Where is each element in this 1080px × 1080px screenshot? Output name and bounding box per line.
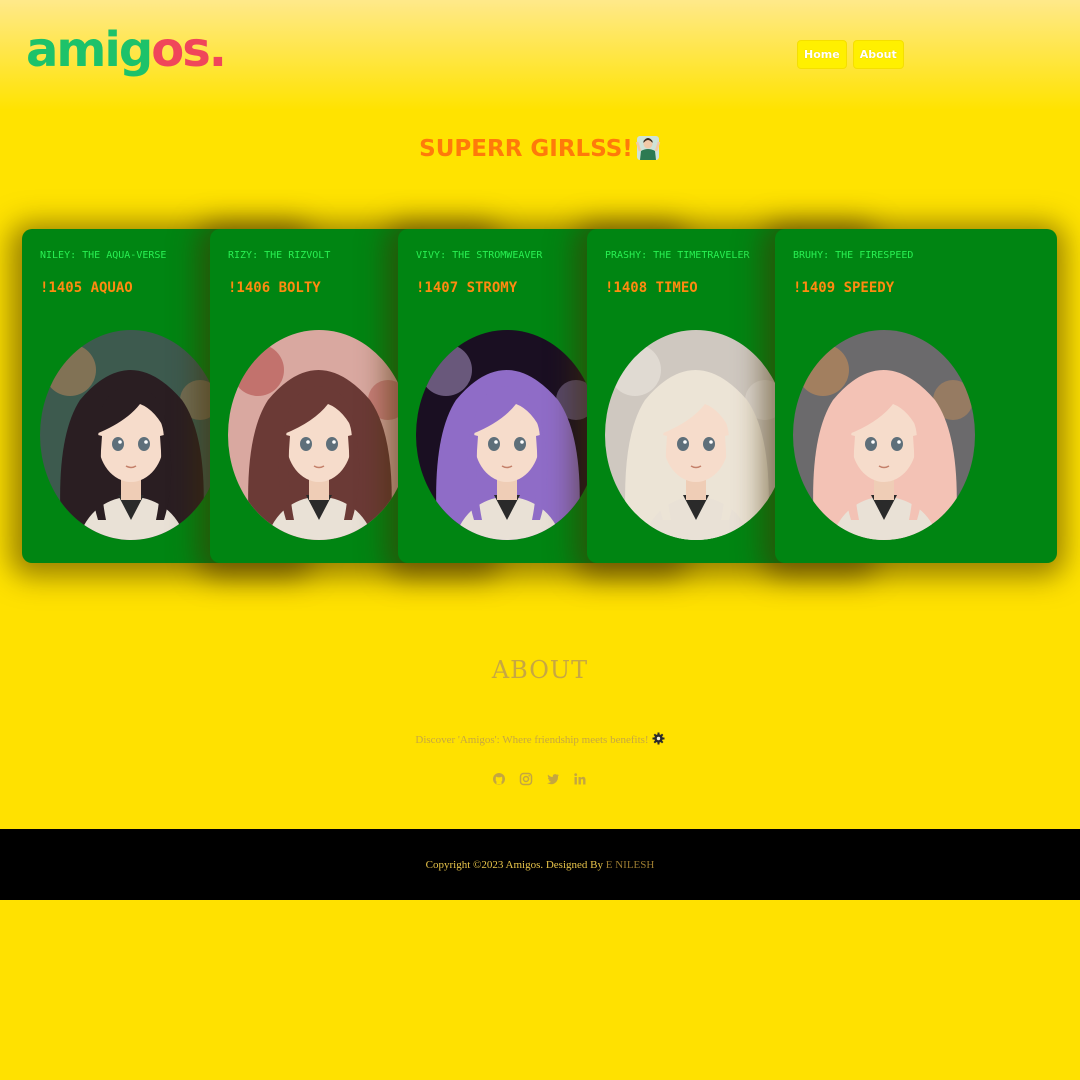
top-nav: Home About (797, 40, 904, 69)
card-title: !1408 TIMEO (605, 280, 698, 296)
right-eye (703, 437, 715, 451)
nav-about-button[interactable]: About (852, 40, 904, 69)
background-blossom (609, 344, 661, 396)
background-blossom (232, 344, 284, 396)
github-icon[interactable] (492, 772, 506, 786)
card-subtitle: VIVY: THE STROMWEAVER (416, 250, 543, 261)
card-title: !1407 STROMY (416, 280, 518, 296)
social-links (492, 772, 587, 786)
right-eye-shine (709, 440, 713, 444)
card-title: !1409 SPEEDY (793, 280, 895, 296)
about-heading: ABOUT (491, 656, 589, 684)
right-eye-shine (144, 440, 148, 444)
section-title: SUPERR GIRLSS! (0, 134, 1080, 162)
twitter-icon[interactable] (546, 772, 560, 786)
left-eye-shine (306, 440, 310, 444)
character-portrait (793, 330, 975, 540)
left-eye (112, 437, 124, 451)
right-eye (891, 437, 903, 451)
linkedin-icon[interactable] (573, 772, 587, 786)
card-subtitle: PRASHY: THE TIMETRAVELER (605, 250, 750, 261)
character-portrait (40, 330, 222, 540)
card-subtitle: NILEY: THE AQUA-VERSE (40, 250, 167, 261)
designer-link[interactable]: E NILESH (606, 859, 655, 871)
left-eye-shine (118, 440, 122, 444)
copyright-text: Copyright ©2023 Amigos. Designed By E NI… (425, 859, 655, 871)
right-eye-shine (332, 440, 336, 444)
left-eye-shine (871, 440, 875, 444)
person-gesturing-emoji-icon (635, 136, 660, 160)
right-eye-shine (897, 440, 901, 444)
card-title: !1406 BOLTY (228, 280, 321, 296)
about-description: Discover 'Amigos': Where friendship meet… (0, 732, 1080, 746)
nav-home-button[interactable]: Home (797, 40, 847, 69)
right-eye (138, 437, 150, 451)
card-subtitle: RIZY: THE RIZVOLT (228, 250, 331, 261)
character-card[interactable]: BRUHY: THE FIRESPEED !1409 SPEEDY (775, 229, 1057, 563)
left-eye-shine (683, 440, 687, 444)
background-blossom (44, 344, 96, 396)
card-subtitle: BRUHY: THE FIRESPEED (793, 250, 914, 261)
background-blossom (420, 344, 472, 396)
gear-emoji-icon (652, 732, 665, 745)
left-eye (300, 437, 312, 451)
card-title: !1405 AQUAO (40, 280, 133, 296)
character-portrait (605, 330, 787, 540)
character-portrait (228, 330, 410, 540)
left-eye (488, 437, 500, 451)
character-portrait (416, 330, 598, 540)
amigos-logo[interactable]: amigos. (26, 14, 227, 86)
background-blossom (797, 344, 849, 396)
left-eye (865, 437, 877, 451)
right-eye (326, 437, 338, 451)
left-eye (677, 437, 689, 451)
right-eye (514, 437, 526, 451)
right-eye-shine (520, 440, 524, 444)
instagram-icon[interactable] (519, 772, 533, 786)
left-eye-shine (494, 440, 498, 444)
